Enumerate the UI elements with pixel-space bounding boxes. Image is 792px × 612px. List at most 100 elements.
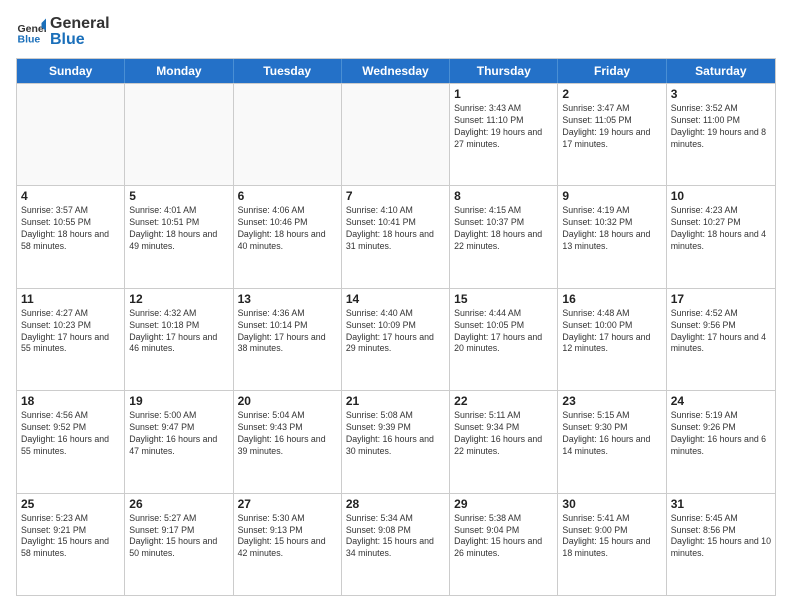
day-info: Sunrise: 5:04 AM Sunset: 9:43 PM Dayligh… xyxy=(238,410,337,458)
day-number: 11 xyxy=(21,292,120,306)
day-number: 14 xyxy=(346,292,445,306)
cal-header-wednesday: Wednesday xyxy=(342,59,450,83)
day-info: Sunrise: 3:43 AM Sunset: 11:10 PM Daylig… xyxy=(454,103,553,151)
calendar: SundayMondayTuesdayWednesdayThursdayFrid… xyxy=(16,58,776,596)
day-number: 19 xyxy=(129,394,228,408)
day-number: 10 xyxy=(671,189,771,203)
cal-week-4: 18 Sunrise: 4:56 AM Sunset: 9:52 PM Dayli… xyxy=(17,390,775,492)
cal-header-thursday: Thursday xyxy=(450,59,558,83)
cal-cell: 5 Sunrise: 4:01 AM Sunset: 10:51 PM Dayli… xyxy=(125,186,233,287)
day-info: Sunrise: 5:19 AM Sunset: 9:26 PM Dayligh… xyxy=(671,410,771,458)
day-info: Sunrise: 4:48 AM Sunset: 10:00 PM Daylig… xyxy=(562,308,661,356)
cal-cell: 20 Sunrise: 5:04 AM Sunset: 9:43 PM Dayli… xyxy=(234,391,342,492)
logo-general: General xyxy=(50,16,110,32)
cal-cell: 21 Sunrise: 5:08 AM Sunset: 9:39 PM Dayli… xyxy=(342,391,450,492)
cal-header-tuesday: Tuesday xyxy=(234,59,342,83)
cal-cell: 6Sunrise: 4:06 AM Sunset: 10:46 PM Dayli… xyxy=(234,186,342,287)
day-number: 2 xyxy=(562,87,661,101)
cal-cell: 19 Sunrise: 5:00 AM Sunset: 9:47 PM Dayli… xyxy=(125,391,233,492)
cal-header-sunday: Sunday xyxy=(17,59,125,83)
day-number: 9 xyxy=(562,189,661,203)
day-number: 17 xyxy=(671,292,771,306)
cal-week-5: 25 Sunrise: 5:23 AM Sunset: 9:21 PM Dayli… xyxy=(17,493,775,595)
calendar-body: 1Sunrise: 3:43 AM Sunset: 11:10 PM Dayli… xyxy=(17,83,775,595)
cal-cell: 30Sunrise: 5:41 AM Sunset: 9:00 PM Dayli… xyxy=(558,494,666,595)
cal-cell xyxy=(17,84,125,185)
day-number: 26 xyxy=(129,497,228,511)
day-info: Sunrise: 5:27 AM Sunset: 9:17 PM Dayligh… xyxy=(129,513,228,561)
day-number: 12 xyxy=(129,292,228,306)
cal-cell: 25 Sunrise: 5:23 AM Sunset: 9:21 PM Dayli… xyxy=(17,494,125,595)
cal-cell: 13 Sunrise: 4:36 AM Sunset: 10:14 PM Dayl… xyxy=(234,289,342,390)
cal-cell: 12 Sunrise: 4:32 AM Sunset: 10:18 PM Dayl… xyxy=(125,289,233,390)
day-info: Sunrise: 3:47 AM Sunset: 11:05 PM Daylig… xyxy=(562,103,661,151)
cal-cell: 27 Sunrise: 5:30 AM Sunset: 9:13 PM Dayli… xyxy=(234,494,342,595)
cal-header-monday: Monday xyxy=(125,59,233,83)
day-info: Sunrise: 4:52 AM Sunset: 9:56 PM Dayligh… xyxy=(671,308,771,356)
day-number: 4 xyxy=(21,189,120,203)
cal-cell xyxy=(342,84,450,185)
cal-cell: 3Sunrise: 3:52 AM Sunset: 11:00 PM Dayli… xyxy=(667,84,775,185)
day-info: Sunrise: 4:15 AM Sunset: 10:37 PM Daylig… xyxy=(454,205,553,253)
day-info: Sunrise: 5:00 AM Sunset: 9:47 PM Dayligh… xyxy=(129,410,228,458)
day-number: 22 xyxy=(454,394,553,408)
cal-week-3: 11 Sunrise: 4:27 AM Sunset: 10:23 PM Dayl… xyxy=(17,288,775,390)
day-info: Sunrise: 4:01 AM Sunset: 10:51 PM Daylig… xyxy=(129,205,228,253)
page-header: General Blue General Blue xyxy=(16,16,776,48)
day-info: Sunrise: 5:30 AM Sunset: 9:13 PM Dayligh… xyxy=(238,513,337,561)
day-info: Sunrise: 4:36 AM Sunset: 10:14 PM Daylig… xyxy=(238,308,337,356)
svg-text:Blue: Blue xyxy=(18,34,41,46)
day-info: Sunrise: 4:44 AM Sunset: 10:05 PM Daylig… xyxy=(454,308,553,356)
cal-cell: 14Sunrise: 4:40 AM Sunset: 10:09 PM Dayl… xyxy=(342,289,450,390)
day-number: 30 xyxy=(562,497,661,511)
cal-cell: 10 Sunrise: 4:23 AM Sunset: 10:27 PM Dayl… xyxy=(667,186,775,287)
day-number: 23 xyxy=(562,394,661,408)
day-info: Sunrise: 4:27 AM Sunset: 10:23 PM Daylig… xyxy=(21,308,120,356)
day-number: 21 xyxy=(346,394,445,408)
calendar-header-row: SundayMondayTuesdayWednesdayThursdayFrid… xyxy=(17,59,775,83)
day-info: Sunrise: 5:15 AM Sunset: 9:30 PM Dayligh… xyxy=(562,410,661,458)
day-info: Sunrise: 4:23 AM Sunset: 10:27 PM Daylig… xyxy=(671,205,771,253)
day-number: 16 xyxy=(562,292,661,306)
day-info: Sunrise: 5:23 AM Sunset: 9:21 PM Dayligh… xyxy=(21,513,120,561)
day-number: 18 xyxy=(21,394,120,408)
day-info: Sunrise: 4:32 AM Sunset: 10:18 PM Daylig… xyxy=(129,308,228,356)
cal-cell: 22 Sunrise: 5:11 AM Sunset: 9:34 PM Dayli… xyxy=(450,391,558,492)
day-info: Sunrise: 5:11 AM Sunset: 9:34 PM Dayligh… xyxy=(454,410,553,458)
day-info: Sunrise: 5:34 AM Sunset: 9:08 PM Dayligh… xyxy=(346,513,445,561)
cal-cell: 28Sunrise: 5:34 AM Sunset: 9:08 PM Dayli… xyxy=(342,494,450,595)
day-info: Sunrise: 5:38 AM Sunset: 9:04 PM Dayligh… xyxy=(454,513,553,561)
day-number: 8 xyxy=(454,189,553,203)
day-info: Sunrise: 3:52 AM Sunset: 11:00 PM Daylig… xyxy=(671,103,771,151)
day-number: 5 xyxy=(129,189,228,203)
day-info: Sunrise: 4:56 AM Sunset: 9:52 PM Dayligh… xyxy=(21,410,120,458)
day-number: 24 xyxy=(671,394,771,408)
cal-cell: 4Sunrise: 3:57 AM Sunset: 10:55 PM Dayli… xyxy=(17,186,125,287)
day-number: 20 xyxy=(238,394,337,408)
cal-cell: 8 Sunrise: 4:15 AM Sunset: 10:37 PM Dayli… xyxy=(450,186,558,287)
day-number: 31 xyxy=(671,497,771,511)
day-info: Sunrise: 5:45 AM Sunset: 8:56 PM Dayligh… xyxy=(671,513,771,561)
cal-cell: 2 Sunrise: 3:47 AM Sunset: 11:05 PM Dayli… xyxy=(558,84,666,185)
cal-cell xyxy=(234,84,342,185)
day-number: 25 xyxy=(21,497,120,511)
day-number: 7 xyxy=(346,189,445,203)
cal-header-friday: Friday xyxy=(558,59,666,83)
cal-cell: 23 Sunrise: 5:15 AM Sunset: 9:30 PM Dayli… xyxy=(558,391,666,492)
cal-cell: 24 Sunrise: 5:19 AM Sunset: 9:26 PM Dayli… xyxy=(667,391,775,492)
cal-cell: 26 Sunrise: 5:27 AM Sunset: 9:17 PM Dayli… xyxy=(125,494,233,595)
day-number: 29 xyxy=(454,497,553,511)
cal-cell: 1Sunrise: 3:43 AM Sunset: 11:10 PM Dayli… xyxy=(450,84,558,185)
cal-cell: 15Sunrise: 4:44 AM Sunset: 10:05 PM Dayl… xyxy=(450,289,558,390)
day-number: 13 xyxy=(238,292,337,306)
cal-cell: 29 Sunrise: 5:38 AM Sunset: 9:04 PM Dayli… xyxy=(450,494,558,595)
cal-cell: 31 Sunrise: 5:45 AM Sunset: 8:56 PM Dayli… xyxy=(667,494,775,595)
cal-header-saturday: Saturday xyxy=(667,59,775,83)
day-number: 27 xyxy=(238,497,337,511)
day-info: Sunrise: 5:08 AM Sunset: 9:39 PM Dayligh… xyxy=(346,410,445,458)
cal-cell xyxy=(125,84,233,185)
day-info: Sunrise: 4:06 AM Sunset: 10:46 PM Daylig… xyxy=(238,205,337,253)
logo-blue: Blue xyxy=(50,32,110,48)
cal-cell: 17 Sunrise: 4:52 AM Sunset: 9:56 PM Dayli… xyxy=(667,289,775,390)
cal-cell: 7Sunrise: 4:10 AM Sunset: 10:41 PM Dayli… xyxy=(342,186,450,287)
